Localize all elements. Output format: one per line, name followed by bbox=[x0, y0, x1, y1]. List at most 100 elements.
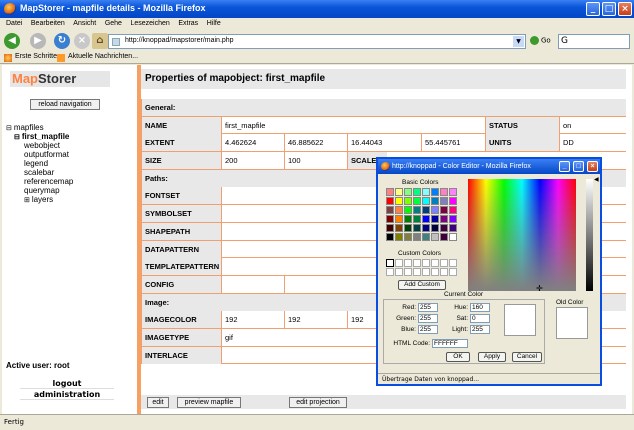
color-swatch[interactable] bbox=[440, 224, 448, 232]
custom-color-slot[interactable] bbox=[449, 259, 457, 267]
custom-color-slot[interactable] bbox=[386, 259, 394, 267]
color-swatch[interactable] bbox=[422, 224, 430, 232]
color-swatch[interactable] bbox=[449, 197, 457, 205]
color-swatch[interactable] bbox=[386, 206, 394, 214]
color-swatch[interactable] bbox=[431, 197, 439, 205]
custom-color-slot[interactable] bbox=[386, 268, 394, 276]
edit-button[interactable]: edit bbox=[147, 397, 169, 408]
config-field[interactable] bbox=[221, 275, 284, 293]
status-field[interactable]: on bbox=[559, 116, 626, 134]
color-swatch[interactable] bbox=[404, 188, 412, 196]
custom-color-slot[interactable] bbox=[395, 268, 403, 276]
minimize-button[interactable]: _ bbox=[586, 2, 600, 16]
menu-ansicht[interactable]: Ansicht bbox=[73, 18, 96, 30]
custom-color-slot[interactable] bbox=[449, 268, 457, 276]
edit-projection-button[interactable]: edit projection bbox=[289, 397, 347, 408]
color-swatch[interactable] bbox=[449, 233, 457, 241]
color-swatch[interactable] bbox=[413, 233, 421, 241]
custom-color-slot[interactable] bbox=[431, 259, 439, 267]
color-swatch[interactable] bbox=[422, 188, 430, 196]
blue-field[interactable]: 255 bbox=[418, 325, 438, 334]
color-swatch[interactable] bbox=[413, 188, 421, 196]
color-swatch[interactable] bbox=[395, 215, 403, 223]
menu-hilfe[interactable]: Hilfe bbox=[207, 18, 221, 30]
color-swatch[interactable] bbox=[413, 197, 421, 205]
color-swatch[interactable] bbox=[431, 233, 439, 241]
color-swatch[interactable] bbox=[431, 206, 439, 214]
dialog-close-button[interactable]: × bbox=[587, 161, 598, 172]
tree-first-mapfile[interactable]: ⊟ first_mapfile bbox=[6, 132, 73, 141]
color-swatch[interactable] bbox=[422, 197, 430, 205]
forward-arrow-icon[interactable]: ▶ bbox=[30, 33, 46, 49]
menu-bearbeiten[interactable]: Bearbeiten bbox=[31, 18, 65, 30]
imagecolor-green-field[interactable]: 192 bbox=[284, 311, 347, 329]
administration-link[interactable]: administration bbox=[20, 390, 114, 400]
custom-color-slot[interactable] bbox=[395, 259, 403, 267]
preview-mapfile-button[interactable]: preview mapfile bbox=[177, 397, 241, 408]
cancel-button[interactable]: Cancel bbox=[512, 352, 542, 362]
color-swatch[interactable] bbox=[413, 215, 421, 223]
color-swatch[interactable] bbox=[386, 188, 394, 196]
color-swatch[interactable] bbox=[395, 197, 403, 205]
extent-miny-field[interactable]: 46.885622 bbox=[284, 134, 347, 152]
hue-field[interactable]: 160 bbox=[470, 303, 490, 312]
maximize-button[interactable]: □ bbox=[602, 2, 616, 16]
color-swatch[interactable] bbox=[440, 215, 448, 223]
html-code-field[interactable]: FFFFFF bbox=[432, 339, 468, 348]
color-swatch[interactable] bbox=[440, 206, 448, 214]
tree-layers[interactable]: ⊞ layers bbox=[6, 195, 73, 204]
reload-navigation-button[interactable]: reload navigation bbox=[30, 99, 100, 110]
menu-gehe[interactable]: Gehe bbox=[105, 18, 122, 30]
color-spectrum[interactable]: ✛ bbox=[468, 179, 576, 293]
imagecolor-red-field[interactable]: 192 bbox=[221, 311, 284, 329]
extent-maxy-field[interactable]: 55.445761 bbox=[421, 134, 485, 152]
tree-webobject[interactable]: webobject bbox=[6, 141, 73, 150]
custom-color-slot[interactable] bbox=[413, 268, 421, 276]
color-swatch[interactable] bbox=[431, 224, 439, 232]
color-swatch[interactable] bbox=[395, 233, 403, 241]
custom-color-slot[interactable] bbox=[431, 268, 439, 276]
color-swatch[interactable] bbox=[404, 197, 412, 205]
color-swatch[interactable] bbox=[395, 224, 403, 232]
color-swatch[interactable] bbox=[404, 233, 412, 241]
menu-extras[interactable]: Extras bbox=[178, 18, 198, 30]
custom-color-slot[interactable] bbox=[404, 268, 412, 276]
color-swatch[interactable] bbox=[449, 188, 457, 196]
color-swatch[interactable] bbox=[449, 206, 457, 214]
size-height-field[interactable]: 100 bbox=[284, 152, 347, 170]
color-swatch[interactable] bbox=[386, 215, 394, 223]
tree-outputformat[interactable]: outputformat bbox=[6, 150, 73, 159]
sat-field[interactable]: 0 bbox=[470, 314, 490, 323]
color-swatch[interactable] bbox=[395, 206, 403, 214]
bookmark-erste-schritte[interactable]: Erste Schritte bbox=[15, 53, 57, 60]
units-field[interactable]: DD bbox=[559, 134, 626, 152]
red-field[interactable]: 255 bbox=[418, 303, 438, 312]
add-custom-button[interactable]: Add Custom bbox=[398, 280, 446, 290]
color-swatch[interactable] bbox=[431, 188, 439, 196]
color-swatch[interactable] bbox=[431, 215, 439, 223]
custom-color-slot[interactable] bbox=[440, 268, 448, 276]
luminance-arrow-icon[interactable]: ◀ bbox=[594, 176, 599, 183]
color-swatch[interactable] bbox=[449, 215, 457, 223]
color-swatch[interactable] bbox=[395, 188, 403, 196]
color-swatch[interactable] bbox=[440, 188, 448, 196]
light-field[interactable]: 255 bbox=[470, 325, 490, 334]
color-swatch[interactable] bbox=[449, 224, 457, 232]
dialog-minimize-button[interactable]: _ bbox=[559, 161, 570, 172]
size-width-field[interactable]: 200 bbox=[221, 152, 284, 170]
luminance-slider[interactable] bbox=[586, 179, 593, 291]
logout-link[interactable]: logout bbox=[20, 379, 114, 389]
extent-minx-field[interactable]: 4.462624 bbox=[221, 134, 284, 152]
back-arrow-icon[interactable]: ◀ bbox=[4, 33, 20, 49]
green-field[interactable]: 255 bbox=[418, 314, 438, 323]
color-swatch[interactable] bbox=[422, 233, 430, 241]
ok-button[interactable]: OK bbox=[446, 352, 470, 362]
go-button[interactable]: Go bbox=[530, 36, 551, 45]
tree-querymap[interactable]: querymap bbox=[6, 186, 73, 195]
bookmark-nachrichten[interactable]: Aktuelle Nachrichten... bbox=[68, 53, 138, 60]
tree-scalebar[interactable]: scalebar bbox=[6, 168, 73, 177]
color-swatch[interactable] bbox=[422, 215, 430, 223]
color-swatch[interactable] bbox=[440, 233, 448, 241]
color-swatch[interactable] bbox=[386, 197, 394, 205]
custom-color-slot[interactable] bbox=[440, 259, 448, 267]
